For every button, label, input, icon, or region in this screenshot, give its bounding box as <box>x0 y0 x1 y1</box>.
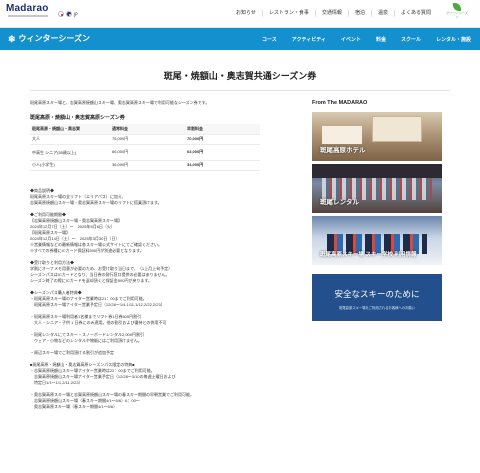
season-label: ウィンターシーズン <box>18 34 90 43</box>
leaf-icon <box>453 3 461 11</box>
language-switcher[interactable]: JP <box>58 11 78 17</box>
hotel-bed-image <box>322 126 362 144</box>
logo-tagline <box>8 15 48 17</box>
table-row: 中高生 シニア(55歳以上) 66,000円 63,000円 <box>30 144 260 161</box>
lang-label: JP <box>74 11 78 17</box>
menu-event[interactable]: イベント <box>341 36 361 43</box>
top-nav-faq[interactable]: よくある質問 <box>393 10 437 17</box>
menu-price[interactable]: 料金 <box>376 36 386 43</box>
row-early-price: 34,000円 <box>185 160 260 171</box>
top-nav-onsen[interactable]: 温泉 <box>370 10 394 17</box>
notes-line: 奥志賀高原スキー場（春スキー期間4/1～5/6） <box>30 404 118 409</box>
rental-ceiling-image <box>312 164 442 178</box>
snowflake-icon: ❄ <box>8 33 16 44</box>
hotel-banner-label: 斑尾高原ホテル <box>320 147 366 154</box>
notes-section: ◆商品説明◆ 斑尾高原スキー場の全リフト（エリアパス）に加え、 志賀高原焼額山スキー… <box>30 188 292 410</box>
top-nav-stay[interactable]: 宿泊 <box>347 10 371 17</box>
school-banner-label: 斑尾高原スキー場 スキー学校 利用情報 <box>320 252 417 258</box>
table-row: 小人(小学生) 36,000円 34,000円 <box>30 160 260 171</box>
row-early-price: 70,000円 <box>185 134 260 145</box>
menu-rental[interactable]: レンタル・施設 <box>436 36 471 43</box>
top-nav-restaurant[interactable]: レストラン・食事 <box>261 10 315 17</box>
rental-banner-label: 斑尾レンタル <box>320 199 359 206</box>
safety-banner-title: 安全なスキーのために <box>334 289 420 299</box>
row-normal-price: 66,000円 <box>110 144 185 161</box>
row-label: 中高生 シニア(55歳以上) <box>30 144 110 161</box>
menu-activity[interactable]: アクティビティ <box>292 36 326 43</box>
top-header: Madarao JP お知らせ レストラン・食事 交通情報 宿泊 温泉 よくある… <box>0 0 480 28</box>
season-menu: コース アクティビティ イベント 料金 スクール レンタル・施設 <box>262 36 471 43</box>
winter-season-link[interactable]: ❄ ウィンターシーズン <box>8 33 90 44</box>
site-logo[interactable]: Madarao <box>6 3 49 14</box>
row-early-price: 63,000円 <box>185 144 260 161</box>
season-nav: ❄ ウィンターシーズン コース アクティビティ イベント 料金 スクール レンタ… <box>0 28 480 50</box>
row-normal-price: 36,000円 <box>110 160 185 171</box>
row-normal-price: 75,000円 <box>110 134 185 145</box>
top-nav-access[interactable]: 交通情報 <box>314 10 348 17</box>
table-header-cell: 斑尾高原・焼額山・奥志賀 <box>30 124 110 135</box>
table-header-row: 斑尾高原・焼額山・奥志賀 通常料金 早割料金 <box>30 124 260 135</box>
top-nav-news[interactable]: お知らせ <box>230 10 262 17</box>
table-row: 大人 75,000円 70,000円 <box>30 134 260 145</box>
row-label: 大人 <box>30 134 110 145</box>
green-season-button[interactable]: グリーン シーズン <box>446 2 468 26</box>
title-divider <box>30 90 450 91</box>
rental-banner[interactable]: 斑尾レンタル <box>312 164 442 213</box>
row-label: 小人(小学生) <box>30 160 110 171</box>
hotel-banner[interactable]: 斑尾高原ホテル <box>312 112 442 161</box>
menu-school[interactable]: スクール <box>401 36 421 43</box>
school-banner[interactable]: 斑尾高原スキー場 スキー学校 利用情報 <box>312 216 442 265</box>
table-header-cell: 通常料金 <box>110 124 185 135</box>
en-flag-icon[interactable] <box>66 11 72 17</box>
sidebar-heading: From The MADARAO <box>312 100 368 106</box>
page-title: 斑尾・焼額山・奥志賀共通シーズン券 <box>163 71 317 81</box>
lead-text: 斑尾高原スキー場と、志賀高原焼額山スキー場、奥志賀高原スキー場で利用可能なシーズ… <box>30 100 210 105</box>
safety-banner-subtitle: 斑尾高原スキー場をご利用されるお客様へのお願い <box>339 306 415 310</box>
top-nav: お知らせ レストラン・食事 交通情報 宿泊 温泉 よくある質問 <box>230 10 437 17</box>
safety-banner[interactable]: 安全なスキーのために 斑尾高原スキー場をご利用されるお客様へのお願い <box>312 274 442 321</box>
green-season-label: グリーン シーズン <box>446 11 468 19</box>
hotel-room-image <box>372 116 422 142</box>
table-header-cell: 早割料金 <box>185 124 260 135</box>
menu-course[interactable]: コース <box>262 36 277 43</box>
table-title: 斑尾高原・焼額山・奥志賀高原シーズン券 <box>30 115 125 121</box>
jp-flag-icon[interactable] <box>58 11 64 17</box>
price-table: 斑尾高原・焼額山・奥志賀 通常料金 早割料金 大人 75,000円 70,000… <box>30 124 260 171</box>
